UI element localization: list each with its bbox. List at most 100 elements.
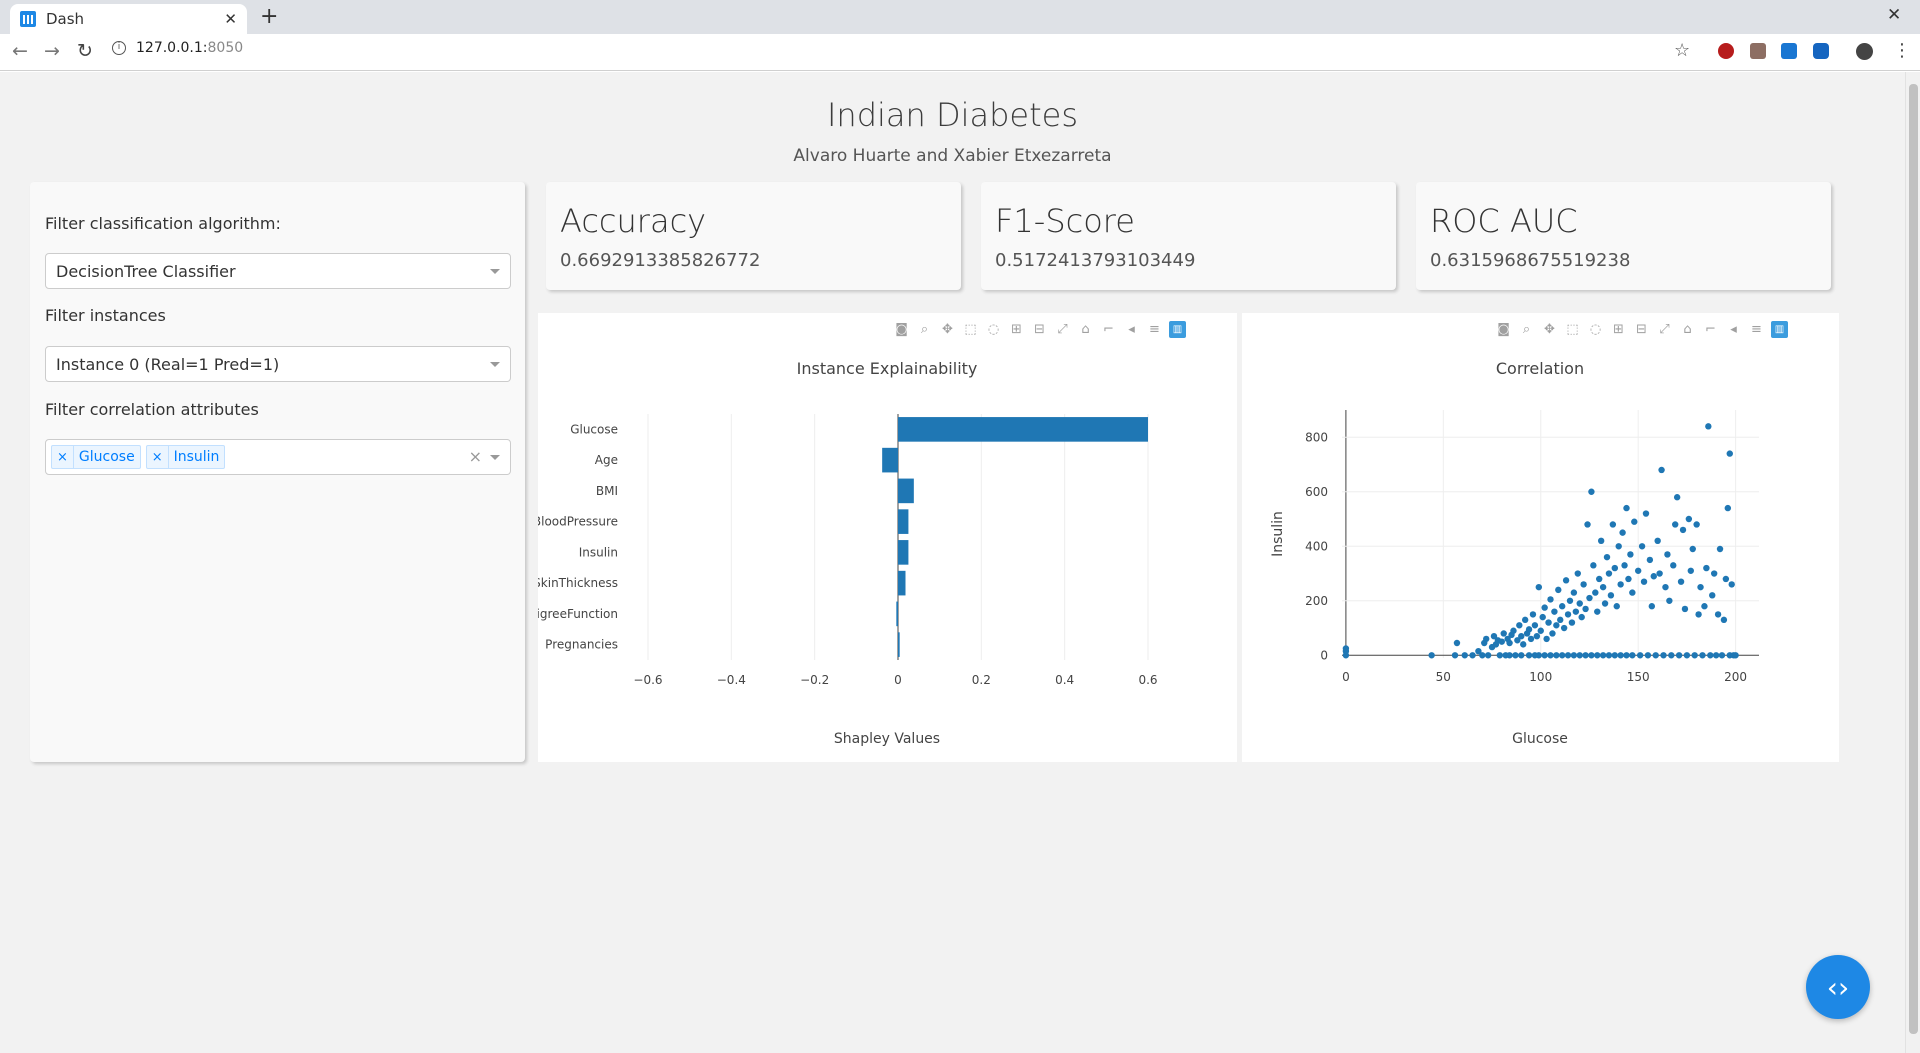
x-tick-label: 0.6 [1138,673,1157,687]
scatter-point [1654,537,1661,545]
chip-label: Glucose [78,449,135,465]
scatter-point [1629,589,1636,596]
box-select-icon[interactable]: ⬚ [1564,321,1581,338]
instances-dropdown[interactable]: Instance 0 (Real=1 Pred=1) [45,346,511,382]
chip-remove-icon[interactable]: × [52,446,74,468]
chip-remove-icon[interactable]: × [147,446,169,468]
scatter-point [1636,652,1644,659]
modebar: ◙ ⌕ ✥ ⬚ ◌ ⊞ ⊟ ⤢ ⌂ ⌐ ◂ ≡ ▥ [1495,321,1788,338]
scatter-point [1689,545,1696,553]
y-tick-label: Age [595,453,618,467]
profile-avatar[interactable] [1856,43,1873,60]
autoscale-icon[interactable]: ⤢ [1054,321,1071,338]
scatter-point [1673,494,1681,501]
scatter-point [1609,521,1617,528]
page-scrollbar[interactable] [1905,72,1920,1053]
scatter-point [1642,510,1650,517]
scatter-point [1664,551,1671,558]
chevron-down-icon[interactable] [490,455,500,460]
forward-arrow-icon[interactable]: → [44,40,60,62]
scatter-point [1666,597,1673,604]
x-tick-label: 0.4 [1055,673,1074,687]
algorithm-dropdown[interactable]: DecisionTree Classifier [45,253,511,289]
scatter-point [1693,521,1700,528]
plotly-logo-icon[interactable]: ▥ [1169,321,1186,338]
spike-lines-icon[interactable]: ⌐ [1100,321,1117,338]
zoom-icon[interactable]: ⌕ [916,321,933,338]
scatter-point [1582,652,1589,659]
chip-label: Insulin [173,449,220,465]
x-axis-title: Glucose [1512,731,1568,747]
dash-devtools-button[interactable]: ‹› [1806,955,1870,1019]
bookmark-star-icon[interactable]: ☆ [1674,40,1690,61]
scatter-point [1621,562,1628,569]
scrollbar-thumb[interactable] [1909,84,1918,1034]
reset-axes-icon[interactable]: ⌂ [1679,321,1696,338]
autoscale-icon[interactable]: ⤢ [1656,321,1673,338]
scatter-chart-svg: Correlation 0 50 100 150 200 0 200 400 600 800 Gluc… [1270,359,1759,747]
pan-icon[interactable]: ✥ [1541,321,1558,338]
hover-closest-icon[interactable]: ◂ [1725,321,1742,338]
clear-all-icon[interactable]: × [469,447,482,466]
scatter-point [1584,521,1591,528]
scatter-point [1646,556,1654,564]
scatter-point [1732,652,1739,659]
address-bar[interactable]: i 127.0.0.1: 8050 [112,40,243,56]
metric-label: F1-Score [995,202,1135,240]
hover-compare-icon[interactable]: ≡ [1146,321,1163,338]
bar [898,478,914,504]
scatter-point [1672,521,1679,528]
instances-filter-label: Filter instances [45,306,166,325]
box-select-icon[interactable]: ⬚ [962,321,979,338]
reload-icon[interactable]: ↻ [77,40,93,62]
tab-close-icon[interactable]: ✕ [224,10,237,28]
scatter-point [1518,652,1525,659]
ublock-extension-icon[interactable] [1718,43,1734,59]
site-info-icon[interactable]: i [112,41,126,55]
scatter-point [1525,652,1533,659]
zoom-icon[interactable]: ⌕ [1518,321,1535,338]
bitwarden-extension-icon[interactable] [1813,43,1829,59]
x-tick-label: −0.4 [717,673,746,687]
s-extension-icon[interactable] [1781,43,1797,59]
filters-card: Filter classification algorithm: Decisio… [30,182,525,762]
back-arrow-icon[interactable]: ← [12,40,28,62]
scatter-point [1547,652,1554,659]
zoom-in-icon[interactable]: ⊞ [1008,321,1025,338]
zoom-in-icon[interactable]: ⊞ [1610,321,1627,338]
y-tick-label: BMI [596,484,618,498]
scatter-point [1541,604,1548,611]
scatter-point [1687,567,1694,574]
new-tab-button[interactable]: + [260,4,278,29]
scatter-point [1496,652,1504,659]
lasso-icon[interactable]: ◌ [1587,321,1604,338]
browser-tab[interactable]: Dash ✕ [10,4,247,34]
zoom-out-icon[interactable]: ⊟ [1031,321,1048,338]
scatter-point [1640,578,1648,585]
code-brackets-icon: ‹› [1826,970,1850,1004]
chevron-down-icon[interactable] [490,362,500,367]
chevron-down-icon[interactable] [490,269,500,274]
page-subtitle: Alvaro Huarte and Xabier Etxezarreta [793,146,1112,166]
pan-icon[interactable]: ✥ [939,321,956,338]
correlation-multiselect[interactable]: × Glucose × Insulin × [45,439,511,475]
scatter-point [1603,553,1611,561]
spike-lines-icon[interactable]: ⌐ [1702,321,1719,338]
hover-compare-icon[interactable]: ≡ [1748,321,1765,338]
scatter-point [1623,504,1630,512]
zoom-out-icon[interactable]: ⊟ [1633,321,1650,338]
hover-closest-icon[interactable]: ◂ [1123,321,1140,338]
scatter-point [1553,652,1560,659]
camera-icon[interactable]: ◙ [1495,321,1512,338]
bar [882,447,898,473]
camera-icon[interactable]: ◙ [893,321,910,338]
scatter-point [1551,608,1558,615]
scatter-point [1613,603,1620,610]
page-title: Indian Diabetes [826,96,1079,134]
lasso-icon[interactable]: ◌ [985,321,1002,338]
plotly-logo-icon[interactable]: ▥ [1771,321,1788,338]
browser-menu-icon[interactable]: ⋮ [1893,40,1911,61]
extension-icon[interactable] [1750,43,1766,59]
reset-axes-icon[interactable]: ⌂ [1077,321,1094,338]
window-close-button[interactable]: ✕ [1887,5,1901,25]
